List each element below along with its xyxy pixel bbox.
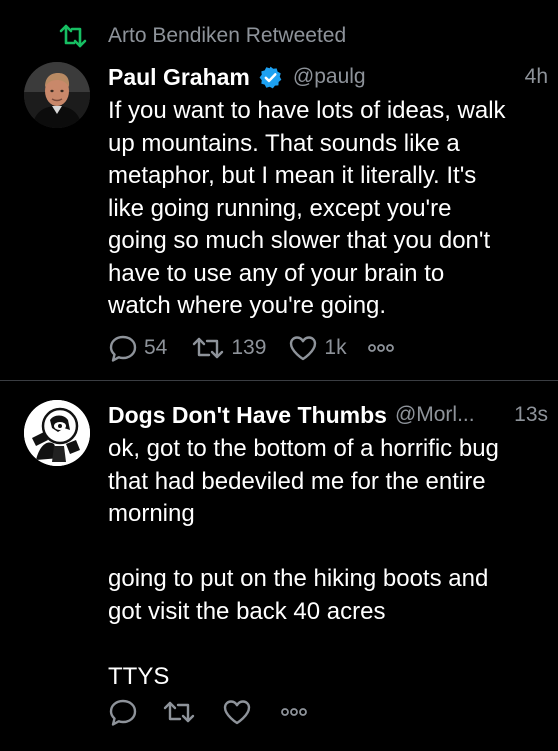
retweet-icon xyxy=(59,24,87,48)
more-icon xyxy=(367,344,394,352)
tweet[interactable]: Dogs Don't Have Thumbs @Morl... 13s ok, … xyxy=(0,380,558,751)
retweet-button[interactable]: 139 xyxy=(191,333,266,363)
like-button[interactable] xyxy=(222,697,252,727)
reply-button[interactable]: 54 xyxy=(108,333,167,363)
more-button[interactable] xyxy=(367,338,395,358)
tweet-timestamp[interactable]: 4h xyxy=(525,65,548,89)
reply-icon xyxy=(109,335,137,362)
tweet-actions: 54 139 1k xyxy=(108,331,395,365)
tweet-text: If you want to have lots of ideas, walk … xyxy=(108,97,506,319)
more-icon xyxy=(281,708,307,716)
avatar-image xyxy=(24,62,90,128)
reply-count: 54 xyxy=(144,336,168,359)
tweet-actions xyxy=(108,695,308,729)
tweet-header: Paul Graham @paulg 4h xyxy=(108,60,548,94)
tweet-header: Dogs Don't Have Thumbs @Morl... 13s xyxy=(108,398,548,432)
tweet[interactable]: Arto Bendiken Retweeted Paul Graham @pau… xyxy=(0,0,558,380)
avatar[interactable] xyxy=(24,62,90,128)
like-button[interactable]: 1k xyxy=(288,333,347,363)
reply-icon xyxy=(109,699,137,726)
like-count: 1k xyxy=(324,336,347,359)
tweet-timestamp[interactable]: 13s xyxy=(514,403,548,427)
retweet-notice[interactable]: Arto Bendiken Retweeted xyxy=(58,20,346,52)
author-name[interactable]: Paul Graham xyxy=(108,64,250,91)
retweet-icon xyxy=(163,701,195,723)
retweet-button[interactable] xyxy=(162,697,196,727)
retweet-count: 139 xyxy=(231,336,267,359)
like-icon xyxy=(290,336,317,361)
author-name[interactable]: Dogs Don't Have Thumbs xyxy=(108,402,387,429)
like-icon xyxy=(223,700,251,725)
retweet-notice-text: Arto Bendiken Retweeted xyxy=(108,24,347,47)
more-button[interactable] xyxy=(280,702,308,722)
tweet-text: ok, got to the bottom of a horrific bug … xyxy=(108,435,499,690)
author-handle[interactable]: @paulg xyxy=(293,65,366,89)
avatar-image xyxy=(24,400,90,466)
verified-badge-icon xyxy=(259,66,282,88)
avatar[interactable] xyxy=(24,400,90,466)
retweet-icon xyxy=(193,337,224,359)
author-handle[interactable]: @Morl... xyxy=(395,403,475,427)
reply-button[interactable] xyxy=(108,697,138,727)
